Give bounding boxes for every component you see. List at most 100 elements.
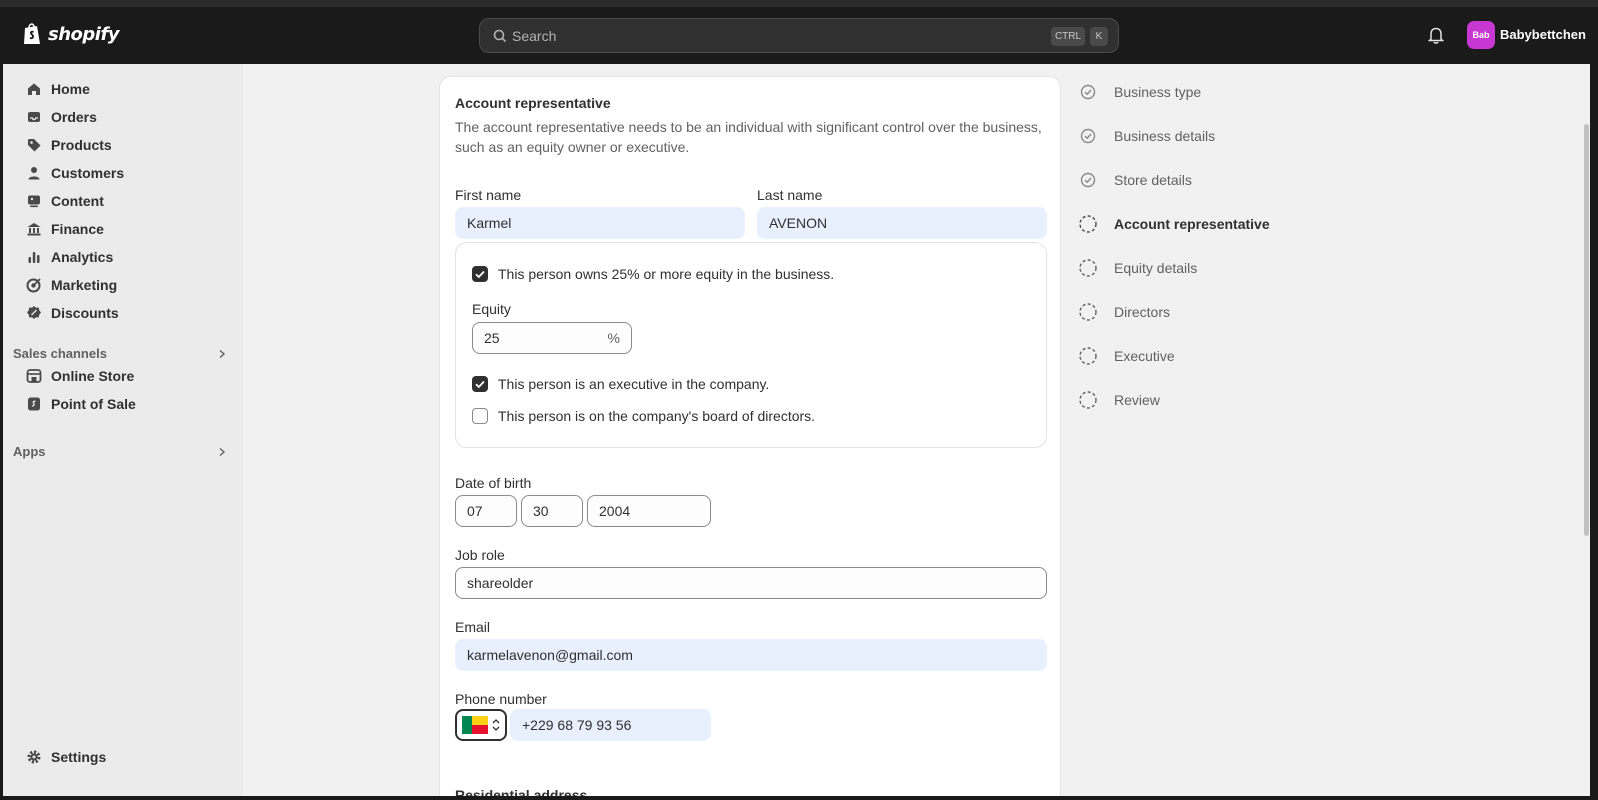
dob-month-field[interactable]: 07 xyxy=(455,495,517,527)
step-label: Business type xyxy=(1114,84,1202,100)
last-name-field[interactable]: AVENON xyxy=(757,207,1047,239)
dob-label: Date of birth xyxy=(455,475,532,491)
dashed-circle-icon xyxy=(1079,347,1097,365)
checkmark-icon xyxy=(475,380,485,389)
main-content: Account representative The account repre… xyxy=(243,64,1590,796)
check-circle-icon xyxy=(1080,84,1096,100)
pos-icon xyxy=(28,397,40,411)
sidebar-item-home[interactable]: Home xyxy=(3,76,233,102)
sidebar-item-orders[interactable]: Orders xyxy=(3,104,233,130)
window-edge xyxy=(0,0,1598,7)
email-field[interactable]: karmelavenon@gmail.com xyxy=(455,639,1047,671)
search-bar[interactable]: Search CTRL K xyxy=(479,18,1119,53)
equity-label: Equity xyxy=(472,301,511,317)
sidebar-item-label: Home xyxy=(51,81,90,97)
sidebar-item-products[interactable]: Products xyxy=(3,132,233,158)
chevron-right-icon[interactable] xyxy=(217,447,227,457)
sales-channels-title[interactable]: Sales channels xyxy=(13,346,107,361)
home-icon xyxy=(28,83,40,95)
executive-checkbox-label: This person is an executive in the compa… xyxy=(498,376,770,392)
tag-icon xyxy=(28,139,41,152)
benin-flag-icon xyxy=(462,716,488,734)
shortcut-k-key: K xyxy=(1090,27,1108,46)
email-label: Email xyxy=(455,619,491,635)
sidebar-item-label: Marketing xyxy=(51,277,118,293)
equity-checkbox[interactable] xyxy=(472,266,488,282)
check-circle-icon xyxy=(1080,172,1096,188)
store-icon xyxy=(26,369,42,383)
sidebar-item-label: Content xyxy=(51,193,104,209)
search-icon xyxy=(493,29,507,43)
sidebar-item-online-store[interactable]: Online Store xyxy=(3,363,233,389)
inbox-icon xyxy=(28,112,40,122)
sidebar-item-customers[interactable]: Customers xyxy=(3,160,233,186)
equity-field[interactable]: 25 % xyxy=(472,322,632,354)
shopify-logo[interactable]: shopify xyxy=(22,22,120,46)
equity-checkbox-label: This person owns 25% or more equity in t… xyxy=(498,266,835,282)
step-label: Review xyxy=(1114,392,1160,408)
select-arrows-icon xyxy=(492,719,500,731)
country-code-select[interactable] xyxy=(455,709,507,741)
image-icon xyxy=(28,195,40,208)
card-description: The account representative needs to be a… xyxy=(455,119,1042,155)
dashed-circle-icon xyxy=(1079,303,1097,321)
last-name-label: Last name xyxy=(757,187,823,203)
shortcut-ctrl-key: CTRL xyxy=(1051,27,1085,46)
apps-title[interactable]: Apps xyxy=(13,444,46,459)
step-label: Directors xyxy=(1114,304,1171,320)
step-label: Equity details xyxy=(1114,260,1198,276)
sidebar-item-label: Orders xyxy=(51,109,97,125)
board-checkbox-label: This person is on the company's board of… xyxy=(498,408,816,424)
scrollbar[interactable] xyxy=(1582,64,1590,796)
sidebar-item-discounts[interactable]: Discounts xyxy=(3,300,233,326)
dashed-circle-icon xyxy=(1079,391,1097,409)
percent-suffix: % xyxy=(607,330,620,346)
search-placeholder: Search xyxy=(512,28,557,44)
account-representative-card: Account representative The account repre… xyxy=(439,76,1061,796)
scrollbar-thumb[interactable] xyxy=(1584,124,1589,536)
check-circle-icon xyxy=(1080,128,1096,144)
ownership-box: This person owns 25% or more equity in t… xyxy=(455,242,1047,448)
step-label: Account representative xyxy=(1114,216,1270,232)
equity-value: 25 xyxy=(484,330,500,346)
sidebar-item-marketing[interactable]: Marketing xyxy=(3,272,233,298)
brand-name: shopify xyxy=(48,23,120,45)
store-name[interactable]: Babybettchen xyxy=(1500,27,1586,42)
first-name-field[interactable]: Karmel xyxy=(455,207,745,239)
bank-icon xyxy=(27,223,41,236)
person-icon xyxy=(28,167,40,180)
step-label: Business details xyxy=(1114,128,1216,144)
board-checkbox[interactable] xyxy=(472,408,488,424)
shopify-bag-icon xyxy=(24,23,40,44)
bar-chart-icon xyxy=(28,252,40,263)
gear-icon xyxy=(27,750,41,764)
target-icon xyxy=(26,278,41,293)
checkmark-icon xyxy=(475,270,485,279)
step-label: Store details xyxy=(1114,172,1192,188)
phone-field[interactable]: +229 68 79 93 56 xyxy=(510,709,711,741)
chevron-right-icon[interactable] xyxy=(217,349,227,359)
residential-address-title: Residential address xyxy=(455,787,588,796)
sidebar-item-settings[interactable]: Settings xyxy=(3,744,233,770)
sidebar-item-analytics[interactable]: Analytics xyxy=(3,244,233,270)
job-role-field[interactable]: shareolder xyxy=(455,567,1047,599)
sidebar-item-content[interactable]: Content xyxy=(3,188,233,214)
avatar[interactable]: Bab xyxy=(1467,21,1495,49)
first-name-label: First name xyxy=(455,187,522,203)
notification-bell-icon[interactable] xyxy=(1428,26,1444,44)
sidebar-item-label: Products xyxy=(51,137,112,153)
card-title: Account representative xyxy=(455,95,611,111)
dob-day-field[interactable]: 30 xyxy=(521,495,583,527)
sidebar-item-label: Analytics xyxy=(51,249,114,265)
executive-checkbox[interactable] xyxy=(472,376,488,392)
discount-icon xyxy=(27,306,41,319)
sidebar-item-finance[interactable]: Finance xyxy=(3,216,233,242)
dob-year-field[interactable]: 2004 xyxy=(587,495,711,527)
phone-label: Phone number xyxy=(455,691,547,707)
sidebar-item-label: Point of Sale xyxy=(51,396,136,412)
sidebar-item-point-of-sale[interactable]: Point of Sale xyxy=(3,391,233,417)
job-role-label: Job role xyxy=(455,547,505,563)
step-label: Executive xyxy=(1114,348,1175,364)
dashed-circle-icon xyxy=(1079,215,1097,233)
sidebar-item-label: Finance xyxy=(51,221,104,237)
